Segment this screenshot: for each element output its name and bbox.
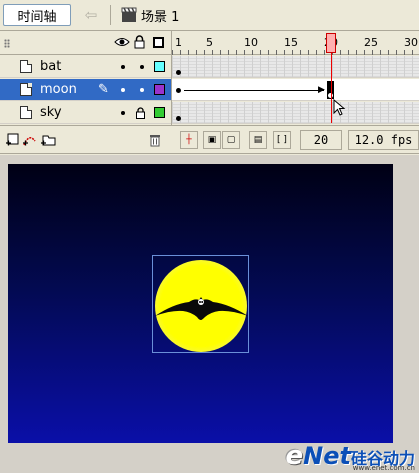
layer-icon [20,83,32,96]
layer-color-swatch[interactable] [154,61,165,72]
ruler-label: 30 [404,36,418,49]
frames-sky[interactable] [172,102,419,124]
ruler-ticks [172,50,419,55]
layer-name: bat [40,59,62,74]
ruler-label: 10 [244,36,258,49]
layer-row-bat[interactable]: bat [0,56,171,78]
playhead-line [331,53,332,123]
tween-arrow-icon: ▶ [318,85,325,95]
visibility-dot[interactable] [121,111,125,115]
insert-folder-icon[interactable] [40,133,56,147]
layer-icon [20,60,32,73]
center-frame-button[interactable]: ┼ [180,131,198,149]
timeline-controls: ┼ ▣ ▢ ▤ [ ] 20 12.0 fps [0,125,419,154]
onion-skin-button[interactable]: ▣ [203,131,221,149]
lock-icon[interactable] [136,107,145,119]
moon-selection-box[interactable] [152,255,249,353]
timeline-button[interactable]: 时间轴 [3,4,71,26]
playhead-marker[interactable] [326,33,336,53]
mouse-cursor-icon [333,99,346,116]
scene-label[interactable]: 场景 1 [141,6,179,25]
keyframe[interactable] [176,70,181,75]
edit-multiple-frames-button[interactable]: ▤ [249,131,267,149]
layer-row-sky[interactable]: sky [0,102,171,124]
ruler-label: 5 [206,36,213,49]
pencil-icon: ✎ [98,82,109,97]
motion-tween-line [184,90,324,91]
bat-graphic[interactable] [155,294,248,324]
frames-bat[interactable] [172,56,419,78]
keyframe[interactable] [176,88,181,93]
current-frame-field[interactable]: 20 [300,130,342,150]
lock-dot[interactable] [140,88,144,92]
panel-grip-icon[interactable] [4,39,10,48]
layer-name: moon [40,82,77,97]
visibility-dot[interactable] [121,65,125,69]
ruler-label: 25 [364,36,378,49]
frame-rate-field[interactable]: 12.0 fps [348,130,419,150]
eye-icon[interactable] [114,36,130,48]
outline-toggle-icon[interactable] [153,37,164,48]
keyframe[interactable] [176,116,181,121]
enet-watermark-logo: eNet硅谷动力 www.enet.com.cn [285,441,416,472]
stage-canvas[interactable] [8,164,393,443]
layer-icon [20,106,32,119]
frame-ruler[interactable]: 1 5 10 15 20 25 30 [172,31,419,55]
visibility-dot[interactable] [121,88,125,92]
modify-onion-markers-button[interactable]: [ ] [273,131,291,149]
add-motion-guide-icon[interactable] [22,133,37,147]
stage-area [0,155,419,473]
back-arrow-icon[interactable]: ⇦ [82,6,100,24]
layer-row-moon[interactable]: moon ✎ [0,79,171,101]
layer-name: sky [40,105,62,120]
toolbar-separator [110,5,111,25]
ruler-label: 1 [175,36,182,49]
lock-dot[interactable] [140,65,144,69]
ruler-label: 15 [284,36,298,49]
insert-layer-icon[interactable] [5,133,20,147]
frames-moon[interactable]: ▶ [172,79,419,101]
top-toolbar: 时间轴 ⇦ 场景 1 [0,0,419,31]
layer-color-swatch[interactable] [154,107,165,118]
onion-skin-outlines-button[interactable]: ▢ [222,131,240,149]
scene-clapper-icon [121,7,137,22]
layer-color-swatch[interactable] [154,84,165,95]
lock-icon[interactable] [134,35,145,49]
trash-icon[interactable] [149,133,161,147]
